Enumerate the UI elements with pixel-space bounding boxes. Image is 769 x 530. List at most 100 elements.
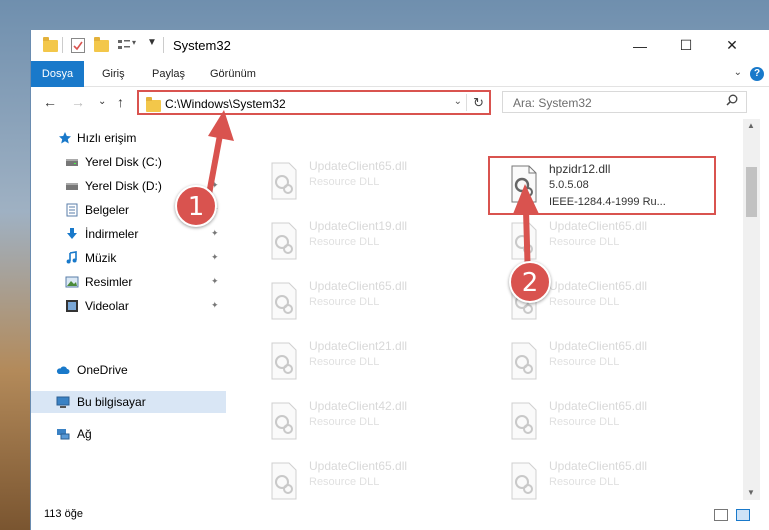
- pin-icon[interactable]: ✦: [211, 228, 219, 239]
- network-icon: [57, 429, 70, 440]
- dll-file-icon: [271, 462, 297, 500]
- file-name: UpdateClient65.dll: [549, 279, 648, 293]
- scrollbar-thumb[interactable]: [746, 167, 757, 217]
- ribbon-tabs: Dosya Giriş Paylaş Görünüm ⌄ ?: [31, 61, 769, 87]
- pictures-icon: [65, 276, 79, 288]
- file-type: Resource DLL: [549, 476, 620, 488]
- file-name: UpdateClient21.dll: [309, 339, 408, 353]
- customize-view-icon[interactable]: [117, 38, 131, 53]
- details-view-icon[interactable]: [714, 509, 728, 521]
- pin-icon[interactable]: ✦: [211, 276, 219, 287]
- file-item[interactable]: UpdateClient65.dll Resource DLL: [491, 396, 711, 446]
- sidebar-item-label: Ağ: [77, 427, 92, 441]
- vertical-scrollbar[interactable]: ▲ ▼: [743, 119, 760, 500]
- tab-view[interactable]: Görünüm: [201, 61, 265, 87]
- file-name: UpdateClient19.dll: [309, 219, 408, 233]
- refresh-button[interactable]: ↻: [473, 95, 484, 111]
- sidebar-item-onedrive[interactable]: OneDrive: [31, 359, 226, 381]
- folder-icon: [146, 97, 161, 112]
- video-icon: [66, 300, 78, 312]
- scroll-down-icon[interactable]: ▼: [747, 488, 755, 497]
- file-type: Resource DLL: [309, 356, 380, 368]
- sidebar-item-videos[interactable]: Videolar ✦: [31, 295, 226, 317]
- file-name: UpdateClient65.dll: [309, 459, 408, 473]
- file-type: Resource DLL: [549, 296, 620, 308]
- tab-share[interactable]: Paylaş: [143, 61, 194, 87]
- scroll-up-icon[interactable]: ▲: [747, 121, 755, 130]
- sidebar-item-label: Resimler: [85, 275, 133, 289]
- sidebar-item-label: Müzik: [85, 251, 117, 265]
- file-type: Resource DLL: [309, 176, 380, 188]
- pin-icon[interactable]: ✦: [211, 252, 219, 263]
- file-item[interactable]: UpdateClient42.dll Resource DLL: [251, 396, 471, 446]
- sidebar-item-label: Videolar: [85, 299, 129, 313]
- file-name: UpdateClient65.dll: [549, 459, 648, 473]
- sidebar-item-pictures[interactable]: Resimler ✦: [31, 271, 226, 293]
- search-input[interactable]: Ara: System32: [513, 96, 592, 110]
- dll-file-icon: [271, 402, 297, 440]
- file-list: UpdateClient65.dll Resource DLL UpdateCl…: [226, 119, 743, 500]
- computer-icon: [56, 396, 70, 408]
- recent-locations-button[interactable]: ⌄: [98, 96, 106, 107]
- help-icon[interactable]: ?: [750, 67, 764, 81]
- address-dropdown-icon[interactable]: ⌄: [454, 96, 462, 107]
- up-button[interactable]: ↑: [117, 94, 124, 110]
- file-type: Resource DLL: [549, 416, 620, 428]
- dll-file-icon: [271, 342, 297, 380]
- back-button[interactable]: ←: [43, 94, 57, 110]
- sidebar-item-music[interactable]: Müzik ✦: [31, 247, 226, 269]
- divider: [466, 94, 467, 111]
- drive-icon: [66, 183, 78, 190]
- file-name: UpdateClient65.dll: [309, 159, 408, 173]
- close-button[interactable]: ✕: [709, 30, 755, 61]
- documents-icon: [66, 203, 78, 217]
- dll-file-icon: [271, 282, 297, 320]
- file-item[interactable]: UpdateClient65.dll Resource DLL: [251, 276, 471, 326]
- sidebar-item-this-pc[interactable]: Bu bilgisayar: [31, 391, 226, 413]
- dll-file-icon: [511, 462, 537, 500]
- file-type: Resource DLL: [309, 416, 380, 428]
- file-item[interactable]: UpdateClient65.dll Resource DLL: [491, 336, 711, 386]
- expand-ribbon-icon[interactable]: ⌄: [734, 67, 742, 78]
- maximize-button[interactable]: ☐: [663, 30, 709, 61]
- file-name: UpdateClient65.dll: [309, 279, 408, 293]
- cloud-icon: [56, 366, 70, 374]
- tiles-view-icon[interactable]: [736, 509, 750, 521]
- properties-icon[interactable]: [71, 38, 85, 53]
- music-icon: [66, 251, 77, 264]
- sidebar-item-label: Yerel Disk (D:): [85, 179, 162, 193]
- item-count: 113 öğe: [44, 508, 83, 520]
- download-icon: [67, 228, 77, 239]
- sidebar-item-label: Yerel Disk (C:): [85, 155, 162, 169]
- new-folder-icon[interactable]: [94, 37, 109, 52]
- file-item[interactable]: UpdateClient65.dll Resource DLL: [251, 456, 471, 500]
- drive-icon: [66, 159, 78, 166]
- window-title: System32: [173, 38, 231, 53]
- sidebar-item-network[interactable]: Ağ: [31, 423, 226, 445]
- folder-icon: [43, 37, 58, 52]
- search-icon[interactable]: [726, 94, 738, 106]
- file-name: UpdateClient42.dll: [309, 399, 408, 413]
- file-item[interactable]: UpdateClient21.dll Resource DLL: [251, 336, 471, 386]
- tab-file[interactable]: Dosya: [31, 61, 84, 87]
- view-dropdown-icon[interactable]: ▾: [132, 38, 136, 47]
- quick-access-dropdown-icon[interactable]: ▼: [147, 37, 157, 48]
- file-type: Resource DLL: [549, 356, 620, 368]
- star-icon: [59, 132, 71, 144]
- file-type: Resource DLL: [549, 236, 620, 248]
- file-type: Resource DLL: [309, 476, 380, 488]
- pin-icon[interactable]: ✦: [211, 300, 219, 311]
- file-item[interactable]: UpdateClient65.dll Resource DLL: [251, 156, 471, 206]
- file-item[interactable]: UpdateClient19.dll Resource DLL: [251, 216, 471, 266]
- forward-button[interactable]: →: [71, 94, 85, 110]
- dll-file-icon: [511, 402, 537, 440]
- file-explorer-window: ▾ ▼ System32 — ☐ ✕ Dosya Giriş Paylaş Gö…: [30, 30, 769, 530]
- title-bar: ▾ ▼ System32 — ☐ ✕: [31, 30, 769, 61]
- sidebar-item-label: OneDrive: [77, 363, 128, 377]
- tab-home[interactable]: Giriş: [93, 61, 134, 87]
- sidebar-item-label: Bu bilgisayar: [77, 395, 146, 409]
- minimize-button[interactable]: —: [617, 30, 663, 61]
- search-box[interactable]: Ara: System32: [502, 91, 747, 113]
- file-item[interactable]: UpdateClient65.dll Resource DLL: [491, 456, 711, 500]
- file-name: UpdateClient65.dll: [549, 219, 648, 233]
